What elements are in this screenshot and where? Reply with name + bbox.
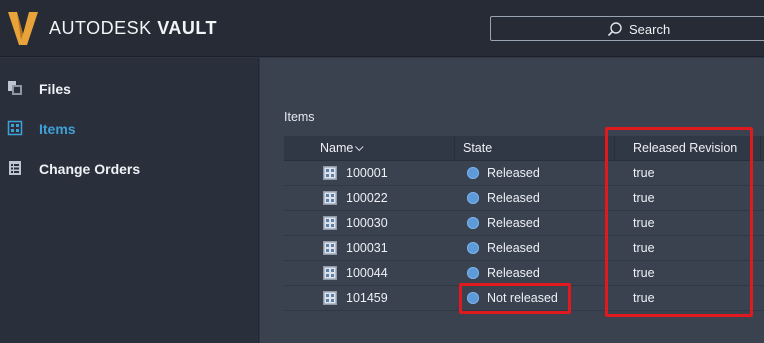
top-bar: AUTODESK VAULT Search (0, 0, 764, 57)
item-state: Released (487, 266, 540, 280)
table-header: Name State Released Revision (284, 136, 764, 161)
files-icon (8, 81, 22, 95)
item-number: 100001 (346, 166, 388, 180)
state-dot-icon (467, 242, 479, 254)
items-icon (7, 120, 23, 136)
sidebar-item-change-orders[interactable]: Change Orders (0, 151, 259, 187)
item-state: Released (487, 191, 540, 205)
state-dot-icon (467, 292, 479, 304)
item-icon (323, 241, 337, 255)
search-icon (607, 22, 622, 37)
sidebar-item-label: Change Orders (39, 161, 141, 177)
item-state: Not released (487, 291, 558, 305)
column-header-released-revision[interactable]: Released Revision (633, 141, 737, 155)
search-label: Search (629, 22, 671, 37)
item-number: 101459 (346, 291, 388, 305)
table-row[interactable]: 100022 Released true (284, 186, 764, 211)
item-state: Released (487, 166, 540, 180)
page-title: Items (284, 110, 315, 124)
search-box[interactable]: Search (490, 16, 764, 41)
item-released-revision: true (633, 241, 655, 255)
column-header-state[interactable]: State (463, 141, 492, 155)
table-row[interactable]: 101459 Not released true (284, 286, 764, 311)
item-released-revision: true (633, 191, 655, 205)
column-divider[interactable] (454, 136, 455, 161)
item-state: Released (487, 241, 540, 255)
item-icon (323, 166, 337, 180)
column-divider[interactable] (614, 136, 615, 161)
column-divider[interactable] (760, 136, 761, 161)
change-orders-icon (9, 161, 21, 175)
item-number: 100031 (346, 241, 388, 255)
sidebar-item-label: Items (39, 121, 76, 137)
state-dot-icon (467, 192, 479, 204)
main-panel: Items Name State Released Revision 10000… (260, 58, 764, 343)
item-released-revision: true (633, 166, 655, 180)
sidebar: Files Items Change Orders (0, 58, 259, 343)
item-released-revision: true (633, 291, 655, 305)
item-number: 100030 (346, 216, 388, 230)
item-released-revision: true (633, 266, 655, 280)
chevron-down-icon (355, 142, 364, 152)
table-row[interactable]: 100031 Released true (284, 236, 764, 261)
item-icon (323, 291, 337, 305)
item-state: Released (487, 216, 540, 230)
item-icon (323, 216, 337, 230)
autodesk-logo (8, 12, 38, 45)
sidebar-item-items[interactable]: Items (0, 111, 259, 147)
state-dot-icon (467, 217, 479, 229)
table-row[interactable]: 100030 Released true (284, 211, 764, 236)
item-icon (323, 266, 337, 280)
state-dot-icon (467, 167, 479, 179)
item-icon (323, 191, 337, 205)
state-dot-icon (467, 267, 479, 279)
item-number: 100044 (346, 266, 388, 280)
sidebar-item-label: Files (39, 81, 71, 97)
table-row[interactable]: 100044 Released true (284, 261, 764, 286)
item-number: 100022 (346, 191, 388, 205)
sidebar-item-files[interactable]: Files (0, 71, 259, 107)
app-title: AUTODESK VAULT (49, 18, 218, 38)
column-header-name[interactable]: Name (320, 141, 364, 155)
table-row[interactable]: 100001 Released true (284, 161, 764, 186)
item-released-revision: true (633, 216, 655, 230)
